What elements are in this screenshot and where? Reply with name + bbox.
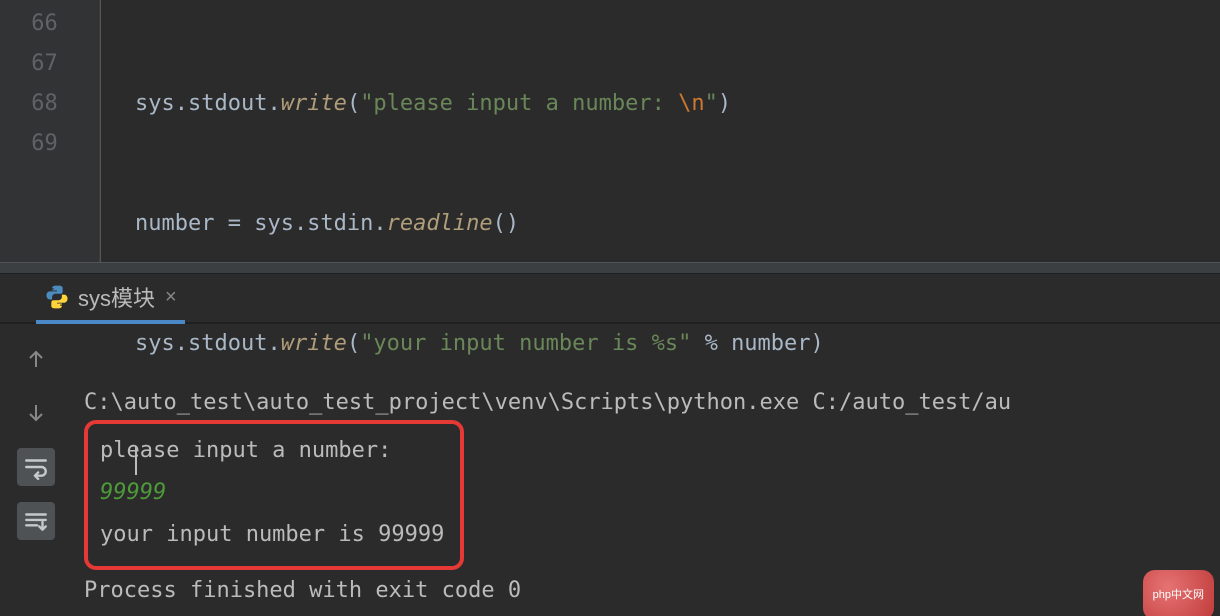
output-finished: Process finished with exit code 0 [84,570,1208,612]
code-line[interactable]: sys.stdout.write("please input a number:… [135,84,824,124]
arrow-down-icon[interactable] [17,394,55,432]
tab-label: sys模块 [78,281,155,313]
watermark: php中文网 [1143,582,1214,608]
code-content[interactable]: sys.stdout.write("please input a number:… [100,0,824,262]
output-result: your input number is 99999 [100,514,444,556]
watermark-label: php中文网 [1143,570,1214,616]
output-highlight: please input a number:99999your input nu… [84,420,464,570]
code-line[interactable]: number = sys.stdin.readline() [135,204,824,244]
scroll-to-end-icon[interactable] [17,502,55,540]
line-number: 66 [0,4,99,44]
line-number: 69 [0,124,99,164]
tab-sys-module[interactable]: sys模块 × [36,274,185,324]
console-output[interactable]: C:\auto_test\auto_test_project\venv\Scri… [72,324,1220,616]
arrow-up-icon[interactable] [17,340,55,378]
console-tabs: sys模块 × [0,274,1220,324]
line-number: 68 [0,84,99,124]
python-icon [44,284,70,310]
line-gutter: 66 67 68 69 [0,0,100,262]
soft-wrap-icon[interactable] [17,448,55,486]
code-editor[interactable]: 66 67 68 69 sys.stdout.write("please inp… [0,0,1220,262]
close-icon[interactable]: × [165,286,177,309]
console-toolbar [0,324,72,616]
run-console: sys模块 × C:\auto_test\auto_test_project\v… [0,274,1220,616]
output-prompt: please input a number: [100,430,444,472]
line-number: 67 [0,44,99,84]
output-user-input: 99999 [100,472,444,514]
output-command: C:\auto_test\auto_test_project\venv\Scri… [84,382,1208,424]
